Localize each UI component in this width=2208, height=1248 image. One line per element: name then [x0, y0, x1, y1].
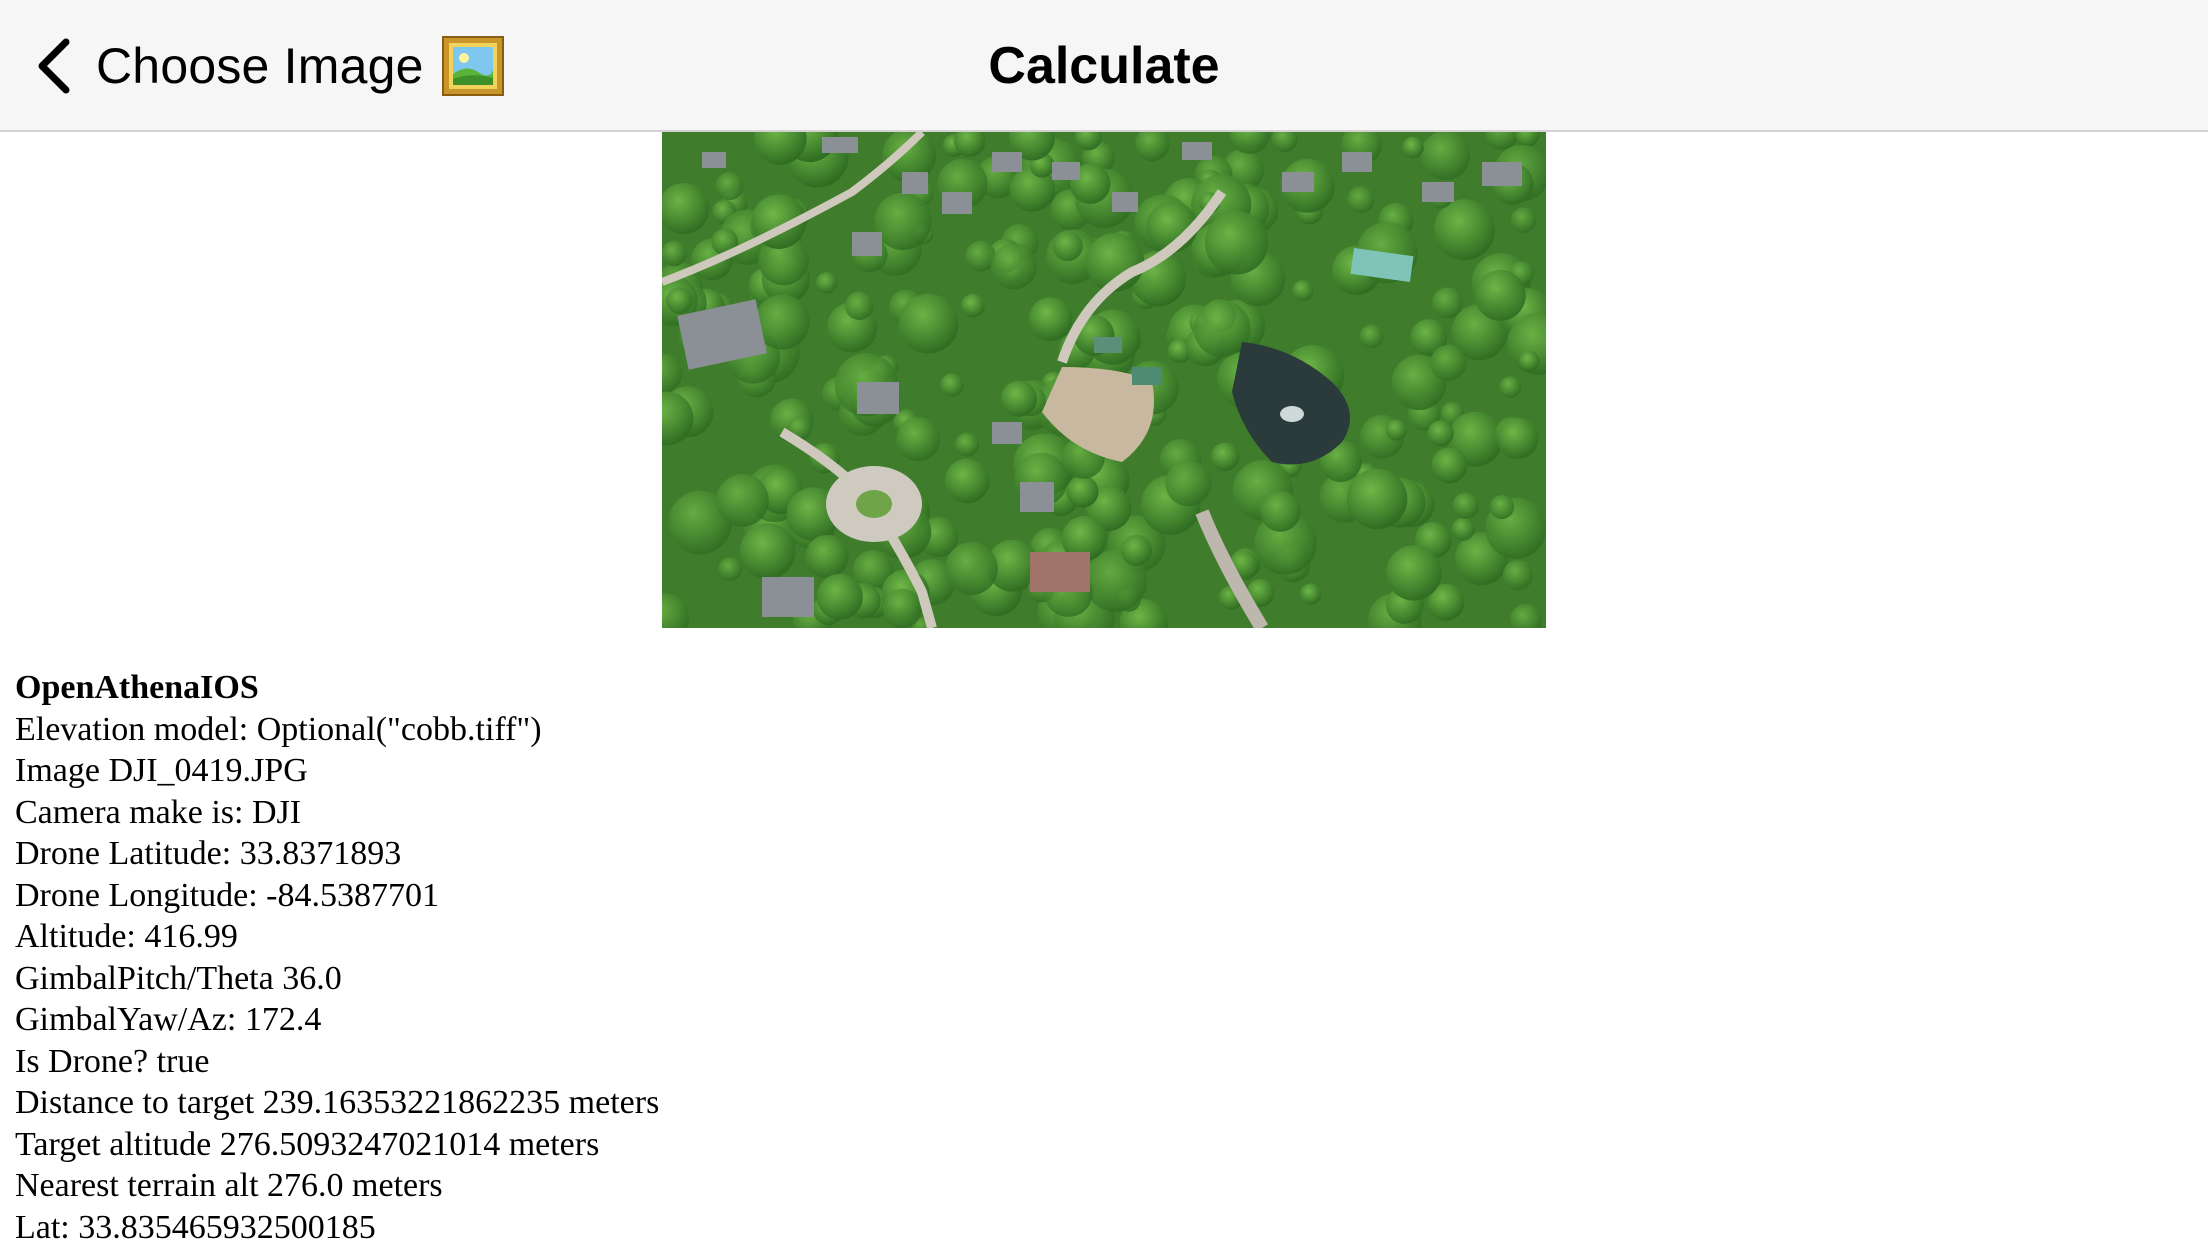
- page-title: Calculate: [0, 30, 2208, 102]
- output-line: Distance to target 239.16353221862235 me…: [15, 1082, 659, 1124]
- output-line: Elevation model: Optional("cobb.tiff"): [15, 709, 659, 751]
- output-line: Drone Latitude: 33.8371893: [15, 833, 659, 875]
- output-line: Camera make is: DJI: [15, 792, 659, 834]
- navigation-bar: Choose Image Calculate: [0, 0, 2208, 132]
- output-line: Is Drone? true: [15, 1041, 659, 1083]
- aerial-photo: [662, 132, 1546, 628]
- output-line: Target altitude 276.5093247021014 meters: [15, 1124, 659, 1166]
- output-line: Image DJI_0419.JPG: [15, 750, 659, 792]
- output-line: GimbalYaw/Az: 172.4: [15, 999, 659, 1041]
- calculation-output: OpenAthenaIOS Elevation model: Optional(…: [15, 667, 659, 1248]
- output-line: Nearest terrain alt 276.0 meters: [15, 1165, 659, 1207]
- output-line: GimbalPitch/Theta 36.0: [15, 958, 659, 1000]
- output-heading: OpenAthenaIOS: [15, 667, 659, 709]
- output-line: Altitude: 416.99: [15, 916, 659, 958]
- output-line: Drone Longitude: -84.5387701: [15, 875, 659, 917]
